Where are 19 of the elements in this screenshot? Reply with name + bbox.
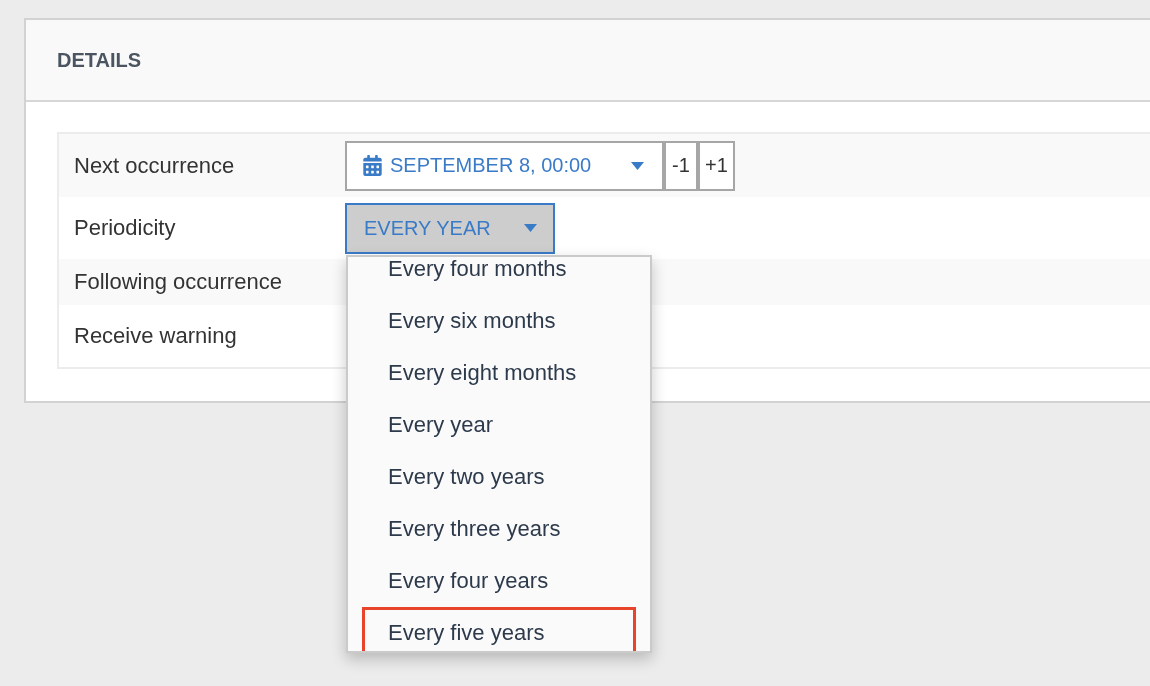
field-label: Periodicity bbox=[73, 215, 177, 241]
field-label: Receive warning bbox=[73, 323, 238, 349]
dropdown-option[interactable]: Every eight months bbox=[362, 346, 636, 399]
caret-icon bbox=[524, 224, 537, 232]
dropdown-option[interactable]: Every two years bbox=[362, 450, 636, 503]
field-label: Next occurrence bbox=[73, 152, 236, 179]
dropdown-option[interactable]: Every year bbox=[362, 398, 636, 451]
step-button[interactable]: -1 bbox=[664, 140, 698, 191]
dropdown-option[interactable]: Every three years bbox=[362, 502, 636, 555]
dropdown-option[interactable]: Every four months bbox=[362, 256, 636, 295]
step-button[interactable]: +1 bbox=[698, 140, 735, 191]
dropdown-option[interactable]: Every five years bbox=[362, 606, 636, 651]
calendar-icon bbox=[363, 155, 382, 176]
dropdown-option[interactable]: Every six months bbox=[362, 294, 636, 347]
caret-icon bbox=[631, 161, 644, 170]
date-picker-button[interactable]: SEPTEMBER 8, 00:00 bbox=[345, 140, 664, 191]
dropdown-option[interactable]: Every four years bbox=[362, 554, 636, 607]
panel-title: DETAILS bbox=[57, 48, 142, 72]
field-label: Following occurrence bbox=[73, 269, 283, 295]
